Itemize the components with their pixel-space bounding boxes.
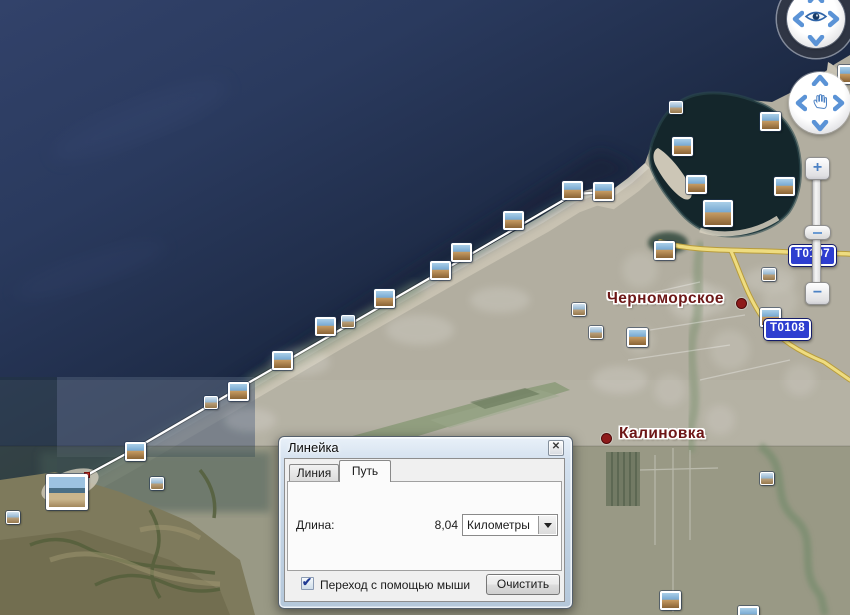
photo-icon[interactable] xyxy=(430,261,451,280)
length-value: 8,04 xyxy=(435,518,458,532)
photo-icon[interactable] xyxy=(562,181,583,200)
photo-icon[interactable] xyxy=(669,101,683,114)
move-right-arrow-icon[interactable] xyxy=(833,93,845,113)
photo-icon[interactable] xyxy=(703,200,733,227)
photo-icon[interactable] xyxy=(627,328,648,347)
units-dropdown-value: Километры xyxy=(467,518,530,532)
zoom-slider[interactable]: + − xyxy=(802,155,830,307)
move-left-arrow-icon[interactable] xyxy=(795,93,807,113)
photo-icon[interactable] xyxy=(6,511,20,524)
photo-icon[interactable] xyxy=(774,177,795,196)
photo-icon[interactable] xyxy=(374,289,395,308)
look-right-arrow-icon[interactable] xyxy=(828,9,840,29)
photo-icon[interactable] xyxy=(451,243,472,262)
photo-icon[interactable] xyxy=(672,137,693,156)
road-badge: Т0108 xyxy=(764,319,811,340)
move-down-arrow-icon[interactable] xyxy=(810,120,830,132)
photo-icon[interactable] xyxy=(125,442,146,461)
tab-line[interactable]: Линия xyxy=(289,464,339,481)
photo-icon[interactable] xyxy=(660,591,681,610)
close-icon[interactable]: ✕ xyxy=(548,440,564,456)
move-up-arrow-icon[interactable] xyxy=(810,74,830,86)
photo-icon[interactable] xyxy=(272,351,293,370)
place-dot-icon xyxy=(601,433,612,444)
photo-icon[interactable] xyxy=(686,175,707,194)
checkbox-check-icon: ✔ xyxy=(302,575,312,589)
look-down-arrow-icon[interactable] xyxy=(806,35,826,47)
dialog-title: Линейка xyxy=(288,440,339,455)
photo-icon[interactable] xyxy=(204,396,218,409)
photo-icon[interactable] xyxy=(760,112,781,131)
look-left-arrow-icon[interactable] xyxy=(792,9,804,29)
zoom-in-button[interactable]: + xyxy=(805,157,830,180)
mouse-nav-label: Переход с помощью мыши xyxy=(320,578,470,592)
photo-icon[interactable] xyxy=(654,241,675,260)
google-earth-window: ЧерноморскоеКалиновкаТ0107Т0108 xyxy=(0,0,850,615)
photo-icon[interactable] xyxy=(150,477,164,490)
place-label[interactable]: Черноморское xyxy=(607,290,724,308)
photo-icon[interactable] xyxy=(593,182,614,201)
zoom-slider-handle[interactable] xyxy=(804,225,831,240)
photo-icon[interactable] xyxy=(738,606,759,615)
photo-icon[interactable] xyxy=(315,317,336,336)
tab-panel: Длина: 8,04 Километры xyxy=(287,481,562,571)
ruler-dialog[interactable]: Линейка ✕ Линия Путь Длина: 8,04 Километ… xyxy=(278,436,573,609)
photo-icon[interactable] xyxy=(589,326,603,339)
photo-icon[interactable] xyxy=(762,268,776,281)
look-up-arrow-icon[interactable] xyxy=(806,0,826,3)
chevron-down-icon[interactable] xyxy=(538,516,556,534)
photo-icon[interactable] xyxy=(572,303,586,316)
photo-icon[interactable] xyxy=(228,382,249,401)
length-label: Длина: xyxy=(296,518,334,532)
hand-icon xyxy=(811,92,829,115)
units-dropdown[interactable]: Километры xyxy=(462,514,558,536)
place-dot-icon xyxy=(736,298,747,309)
photo-icon[interactable] xyxy=(46,474,88,510)
dialog-client-area: Линия Путь Длина: 8,04 Километры ✔ Перех… xyxy=(284,458,565,602)
photo-icon[interactable] xyxy=(503,211,524,230)
eye-icon xyxy=(804,10,828,29)
mouse-nav-checkbox[interactable]: ✔ xyxy=(301,577,314,590)
zoom-out-button[interactable]: − xyxy=(805,282,830,305)
photo-icon[interactable] xyxy=(341,315,355,328)
place-label[interactable]: Калиновка xyxy=(619,425,705,443)
clear-button[interactable]: Очистить xyxy=(486,574,560,595)
tab-path[interactable]: Путь xyxy=(339,460,391,482)
move-joystick[interactable] xyxy=(789,72,850,134)
photo-icon[interactable] xyxy=(760,472,774,485)
